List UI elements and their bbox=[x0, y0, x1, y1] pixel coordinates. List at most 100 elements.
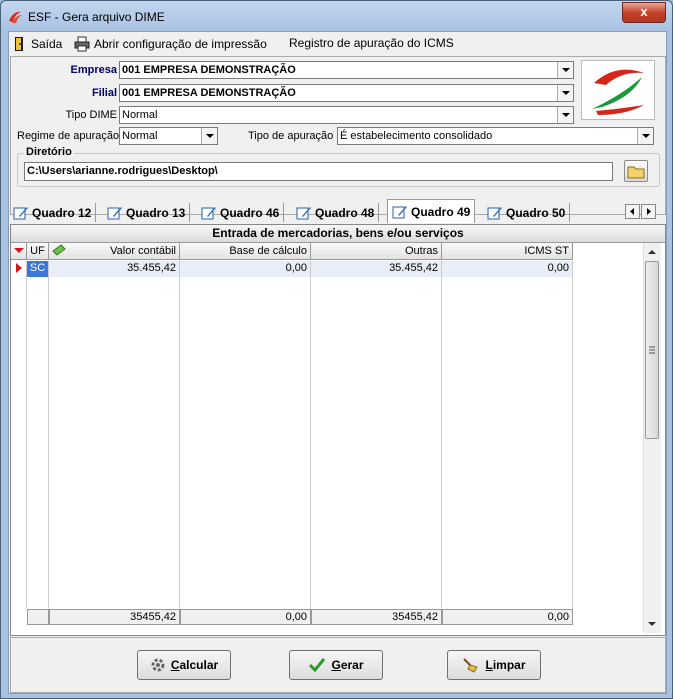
menu-exit-label: Saída bbox=[31, 37, 63, 51]
tipo-apuracao-label: Tipo de apuração bbox=[248, 130, 334, 142]
money-icon bbox=[52, 244, 66, 256]
grid-header-indicator[interactable] bbox=[11, 243, 27, 260]
total-base-calculo: 0,00 bbox=[180, 609, 311, 625]
chevron-down-icon[interactable] bbox=[201, 128, 217, 144]
total-uf bbox=[27, 609, 49, 625]
diretorio-label: Diretório bbox=[24, 146, 74, 158]
tab-quadro-13[interactable]: Quadro 13 bbox=[107, 203, 191, 222]
menu-print-config-label: Abrir configuração de impressão bbox=[94, 37, 267, 51]
tab-label: Quadro 46 bbox=[220, 205, 280, 220]
filial-value: 001 EMPRESA DEMONSTRAÇÃO bbox=[122, 87, 296, 99]
edit-form-icon bbox=[392, 205, 407, 218]
tab-label: Quadro 49 bbox=[411, 204, 471, 219]
tab-label: Quadro 50 bbox=[506, 205, 566, 220]
total-valor-contabil: 35455,42 bbox=[49, 609, 180, 625]
calcular-button[interactable]: Calcular bbox=[137, 650, 231, 680]
tab-label: Quadro 48 bbox=[315, 205, 375, 220]
empresa-value: 001 EMPRESA DEMONSTRAÇÃO bbox=[122, 64, 296, 76]
filial-label: Filial bbox=[91, 87, 117, 99]
action-panel: Calcular Gerar Limpar bbox=[10, 637, 666, 693]
menu-print-config[interactable]: Abrir configuração de impressão bbox=[74, 36, 267, 52]
limpar-mnemonic: L bbox=[485, 658, 493, 672]
edit-form-icon bbox=[13, 206, 28, 219]
column-divider bbox=[26, 277, 27, 609]
chevron-down-icon[interactable] bbox=[557, 107, 573, 123]
diretorio-value: C:\Users\arianne.rodrigues\Desktop\ bbox=[27, 165, 218, 177]
tab-quadro-48[interactable]: Quadro 48 bbox=[296, 203, 380, 222]
regime-value: Normal bbox=[122, 130, 158, 142]
folder-icon bbox=[627, 166, 645, 179]
edit-form-icon bbox=[201, 206, 216, 219]
empresa-label: Empresa bbox=[70, 64, 117, 76]
title-bar[interactable]: ESF - Gera arquivo DIME x bbox=[1, 1, 672, 31]
broom-icon bbox=[463, 658, 479, 673]
menu-icms-register[interactable]: Registro de apuração do ICMS bbox=[289, 36, 454, 50]
table-row-icms-st[interactable]: 0,00 bbox=[442, 261, 573, 277]
diretorio-input[interactable]: C:\Users\arianne.rodrigues\Desktop\ bbox=[24, 162, 613, 181]
grid-header-uf[interactable]: UF bbox=[27, 243, 49, 260]
tab-scroll-right-button[interactable] bbox=[641, 204, 656, 219]
menu-bar: Saída Abrir configuração de impressão Re… bbox=[9, 32, 666, 54]
table-row-outras[interactable]: 35.455,42 bbox=[311, 261, 442, 277]
tab-label: Quadro 13 bbox=[126, 205, 186, 220]
tipo-dime-label: Tipo DIME bbox=[65, 109, 117, 121]
exit-door-icon bbox=[15, 37, 23, 51]
chevron-down-icon[interactable] bbox=[557, 85, 573, 101]
grid-header-outras[interactable]: Outras bbox=[311, 243, 442, 260]
column-divider bbox=[310, 277, 311, 609]
grid-header-base-calculo[interactable]: Base de cálculo bbox=[180, 243, 311, 260]
column-divider bbox=[572, 277, 573, 609]
vertical-scrollbar[interactable] bbox=[643, 243, 661, 633]
table-row-valor-contabil[interactable]: 35.455,42 bbox=[49, 261, 180, 277]
chevron-down-icon[interactable] bbox=[557, 62, 573, 78]
grid-header-icms-st[interactable]: ICMS ST bbox=[442, 243, 573, 260]
edit-form-icon bbox=[296, 206, 311, 219]
tab-strip: Quadro 12 Quadro 13 Quadro 46 Quadro 48 … bbox=[9, 198, 666, 223]
chevron-left-icon bbox=[630, 208, 634, 215]
empresa-select[interactable]: 001 EMPRESA DEMONSTRAÇÃO bbox=[119, 61, 574, 79]
scroll-down-icon[interactable] bbox=[644, 617, 660, 631]
menu-icms-register-label: Registro de apuração do ICMS bbox=[289, 36, 454, 50]
current-row-arrow-icon bbox=[16, 263, 22, 273]
close-button[interactable]: x bbox=[622, 2, 666, 23]
tab-label: Quadro 12 bbox=[32, 205, 92, 220]
total-icms-st: 0,00 bbox=[442, 609, 573, 625]
tab-quadro-50[interactable]: Quadro 50 bbox=[487, 203, 571, 222]
chevron-down-icon[interactable] bbox=[637, 128, 653, 144]
scrollbar-thumb[interactable] bbox=[645, 261, 659, 439]
gerar-button[interactable]: Gerar bbox=[289, 650, 383, 680]
checkmark-icon bbox=[309, 658, 326, 673]
scroll-up-icon[interactable] bbox=[644, 245, 660, 259]
filial-select[interactable]: 001 EMPRESA DEMONSTRAÇÃO bbox=[119, 84, 574, 102]
chevron-right-icon bbox=[647, 208, 651, 215]
company-logo bbox=[581, 60, 655, 120]
edit-form-icon bbox=[487, 206, 502, 219]
printer-icon bbox=[74, 36, 90, 52]
table-row-base-calculo[interactable]: 0,00 bbox=[180, 261, 311, 277]
row-indicator[interactable] bbox=[11, 261, 27, 277]
company-logo-icon bbox=[592, 69, 644, 115]
limpar-label: impar bbox=[492, 658, 526, 672]
window-title: ESF - Gera arquivo DIME bbox=[28, 10, 165, 24]
table-row-uf[interactable]: SC bbox=[27, 261, 49, 277]
tipo-dime-select[interactable]: Normal bbox=[119, 106, 574, 124]
sort-down-icon bbox=[14, 248, 24, 253]
grid-header-valor-contabil[interactable]: Valor contábil bbox=[49, 243, 180, 260]
limpar-button[interactable]: Limpar bbox=[447, 650, 541, 680]
tab-quadro-49[interactable]: Quadro 49 bbox=[387, 199, 476, 223]
data-grid: Entrada de mercadorias, bens e/ou serviç… bbox=[10, 224, 666, 636]
app-logo-icon bbox=[9, 11, 22, 23]
application-window: ESF - Gera arquivo DIME x Saída Abrir co… bbox=[0, 0, 673, 699]
tipo-apuracao-select[interactable]: É estabelecimento consolidado bbox=[337, 127, 654, 145]
tab-quadro-12[interactable]: Quadro 12 bbox=[13, 203, 97, 222]
tab-scroll-left-button[interactable] bbox=[625, 204, 640, 219]
regime-select[interactable]: Normal bbox=[119, 127, 218, 145]
browse-folder-button[interactable] bbox=[624, 160, 648, 182]
calcular-label: alcular bbox=[179, 658, 219, 672]
tab-quadro-46[interactable]: Quadro 46 bbox=[201, 203, 285, 222]
close-icon: x bbox=[640, 4, 648, 19]
tipo-dime-value: Normal bbox=[122, 109, 158, 121]
menu-exit[interactable]: Saída bbox=[11, 36, 62, 52]
client-area: Saída Abrir configuração de impressão Re… bbox=[8, 31, 667, 694]
regime-label: Regime de apuração bbox=[17, 130, 120, 142]
